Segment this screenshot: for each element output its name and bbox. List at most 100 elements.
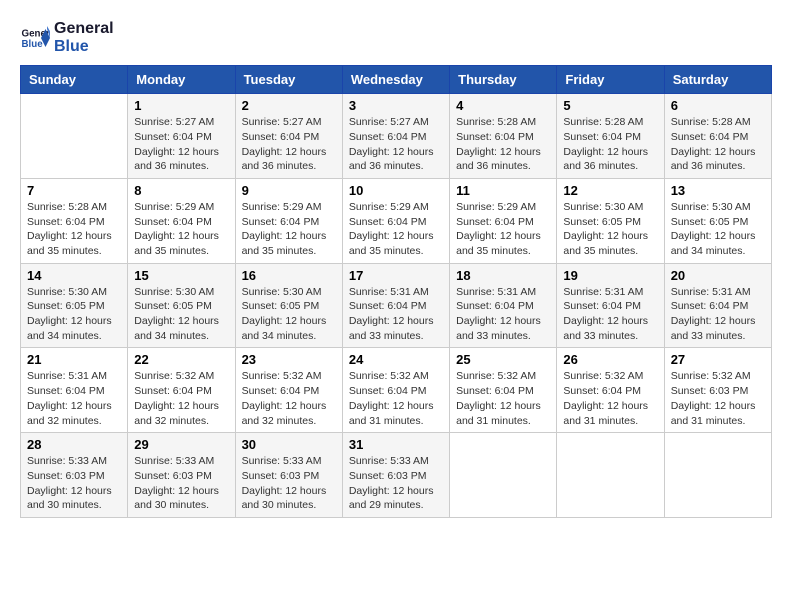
day-info: Sunrise: 5:32 AM Sunset: 6:03 PM Dayligh… <box>671 369 765 428</box>
calendar-cell <box>557 433 664 518</box>
day-number: 24 <box>349 352 443 367</box>
day-info: Sunrise: 5:32 AM Sunset: 6:04 PM Dayligh… <box>242 369 336 428</box>
calendar-cell: 18 Sunrise: 5:31 AM Sunset: 6:04 PM Dayli… <box>450 263 557 348</box>
calendar-cell: 23 Sunrise: 5:32 AM Sunset: 6:04 PM Dayli… <box>235 348 342 433</box>
column-header-sunday: Sunday <box>21 66 128 94</box>
day-info: Sunrise: 5:32 AM Sunset: 6:04 PM Dayligh… <box>349 369 443 428</box>
day-info: Sunrise: 5:30 AM Sunset: 6:05 PM Dayligh… <box>242 285 336 344</box>
calendar-cell: 21 Sunrise: 5:31 AM Sunset: 6:04 PM Dayli… <box>21 348 128 433</box>
day-info: Sunrise: 5:29 AM Sunset: 6:04 PM Dayligh… <box>242 200 336 259</box>
calendar-cell: 27Sunrise: 5:32 AM Sunset: 6:03 PM Dayli… <box>664 348 771 433</box>
day-number: 13 <box>671 183 765 198</box>
column-header-wednesday: Wednesday <box>342 66 449 94</box>
logo-blue-text: Blue <box>54 38 114 56</box>
day-number: 30 <box>242 437 336 452</box>
day-info: Sunrise: 5:28 AM Sunset: 6:04 PM Dayligh… <box>563 115 657 174</box>
calendar-cell: 22Sunrise: 5:32 AM Sunset: 6:04 PM Dayli… <box>128 348 235 433</box>
day-number: 29 <box>134 437 228 452</box>
calendar-header: SundayMondayTuesdayWednesdayThursdayFrid… <box>21 66 772 94</box>
day-info: Sunrise: 5:32 AM Sunset: 6:04 PM Dayligh… <box>563 369 657 428</box>
calendar-cell: 10 Sunrise: 5:29 AM Sunset: 6:04 PM Dayli… <box>342 178 449 263</box>
day-number: 5 <box>563 98 657 113</box>
calendar-cell: 12 Sunrise: 5:30 AM Sunset: 6:05 PM Dayli… <box>557 178 664 263</box>
calendar-cell: 17Sunrise: 5:31 AM Sunset: 6:04 PM Dayli… <box>342 263 449 348</box>
day-info: Sunrise: 5:27 AM Sunset: 6:04 PM Dayligh… <box>349 115 443 174</box>
page-header: General Blue General Blue <box>20 20 772 55</box>
calendar-cell: 13 Sunrise: 5:30 AM Sunset: 6:05 PM Dayli… <box>664 178 771 263</box>
calendar-cell: 14Sunrise: 5:30 AM Sunset: 6:05 PM Dayli… <box>21 263 128 348</box>
day-info: Sunrise: 5:31 AM Sunset: 6:04 PM Dayligh… <box>456 285 550 344</box>
day-info: Sunrise: 5:28 AM Sunset: 6:04 PM Dayligh… <box>27 200 121 259</box>
calendar-cell: 11 Sunrise: 5:29 AM Sunset: 6:04 PM Dayli… <box>450 178 557 263</box>
calendar-cell: 31 Sunrise: 5:33 AM Sunset: 6:03 PM Dayli… <box>342 433 449 518</box>
day-info: Sunrise: 5:33 AM Sunset: 6:03 PM Dayligh… <box>27 454 121 513</box>
column-header-friday: Friday <box>557 66 664 94</box>
calendar-cell: 6 Sunrise: 5:28 AM Sunset: 6:04 PM Daylig… <box>664 94 771 179</box>
day-info: Sunrise: 5:33 AM Sunset: 6:03 PM Dayligh… <box>349 454 443 513</box>
calendar-cell <box>21 94 128 179</box>
day-info: Sunrise: 5:28 AM Sunset: 6:04 PM Dayligh… <box>456 115 550 174</box>
day-info: Sunrise: 5:29 AM Sunset: 6:04 PM Dayligh… <box>456 200 550 259</box>
calendar-cell: 20Sunrise: 5:31 AM Sunset: 6:04 PM Dayli… <box>664 263 771 348</box>
calendar-cell: 25 Sunrise: 5:32 AM Sunset: 6:04 PM Dayli… <box>450 348 557 433</box>
day-info: Sunrise: 5:31 AM Sunset: 6:04 PM Dayligh… <box>27 369 121 428</box>
calendar-week-4: 21 Sunrise: 5:31 AM Sunset: 6:04 PM Dayli… <box>21 348 772 433</box>
day-number: 12 <box>563 183 657 198</box>
calendar-cell: 15Sunrise: 5:30 AM Sunset: 6:05 PM Dayli… <box>128 263 235 348</box>
day-info: Sunrise: 5:33 AM Sunset: 6:03 PM Dayligh… <box>134 454 228 513</box>
day-number: 2 <box>242 98 336 113</box>
column-header-thursday: Thursday <box>450 66 557 94</box>
calendar-cell: 5 Sunrise: 5:28 AM Sunset: 6:04 PM Daylig… <box>557 94 664 179</box>
day-number: 16 <box>242 268 336 283</box>
calendar-cell <box>664 433 771 518</box>
logo-general-text: General <box>54 20 114 38</box>
day-info: Sunrise: 5:30 AM Sunset: 6:05 PM Dayligh… <box>671 200 765 259</box>
day-number: 31 <box>349 437 443 452</box>
day-number: 9 <box>242 183 336 198</box>
day-info: Sunrise: 5:27 AM Sunset: 6:04 PM Dayligh… <box>134 115 228 174</box>
day-number: 8 <box>134 183 228 198</box>
day-info: Sunrise: 5:30 AM Sunset: 6:05 PM Dayligh… <box>563 200 657 259</box>
day-number: 6 <box>671 98 765 113</box>
day-number: 10 <box>349 183 443 198</box>
calendar-cell: 3 Sunrise: 5:27 AM Sunset: 6:04 PM Daylig… <box>342 94 449 179</box>
day-info: Sunrise: 5:32 AM Sunset: 6:04 PM Dayligh… <box>456 369 550 428</box>
calendar-cell: 28 Sunrise: 5:33 AM Sunset: 6:03 PM Dayli… <box>21 433 128 518</box>
day-number: 3 <box>349 98 443 113</box>
svg-text:Blue: Blue <box>22 39 44 50</box>
day-number: 11 <box>456 183 550 198</box>
calendar-cell: 19Sunrise: 5:31 AM Sunset: 6:04 PM Dayli… <box>557 263 664 348</box>
day-number: 17 <box>349 268 443 283</box>
day-number: 25 <box>456 352 550 367</box>
calendar-week-2: 7Sunrise: 5:28 AM Sunset: 6:04 PM Daylig… <box>21 178 772 263</box>
day-number: 26 <box>563 352 657 367</box>
day-number: 4 <box>456 98 550 113</box>
calendar-cell: 4 Sunrise: 5:28 AM Sunset: 6:04 PM Daylig… <box>450 94 557 179</box>
calendar-cell: 24 Sunrise: 5:32 AM Sunset: 6:04 PM Dayli… <box>342 348 449 433</box>
day-number: 19 <box>563 268 657 283</box>
calendar-cell: 16 Sunrise: 5:30 AM Sunset: 6:05 PM Dayli… <box>235 263 342 348</box>
calendar-cell: 7Sunrise: 5:28 AM Sunset: 6:04 PM Daylig… <box>21 178 128 263</box>
column-header-monday: Monday <box>128 66 235 94</box>
calendar-week-5: 28 Sunrise: 5:33 AM Sunset: 6:03 PM Dayli… <box>21 433 772 518</box>
logo: General Blue General Blue <box>20 20 114 55</box>
day-number: 23 <box>242 352 336 367</box>
day-number: 1 <box>134 98 228 113</box>
day-info: Sunrise: 5:30 AM Sunset: 6:05 PM Dayligh… <box>27 285 121 344</box>
day-info: Sunrise: 5:27 AM Sunset: 6:04 PM Dayligh… <box>242 115 336 174</box>
day-info: Sunrise: 5:29 AM Sunset: 6:04 PM Dayligh… <box>134 200 228 259</box>
day-info: Sunrise: 5:29 AM Sunset: 6:04 PM Dayligh… <box>349 200 443 259</box>
calendar-cell <box>450 433 557 518</box>
calendar-table: SundayMondayTuesdayWednesdayThursdayFrid… <box>20 65 772 518</box>
calendar-body: 1 Sunrise: 5:27 AM Sunset: 6:04 PM Daylig… <box>21 94 772 518</box>
day-number: 21 <box>27 352 121 367</box>
calendar-cell: 2 Sunrise: 5:27 AM Sunset: 6:04 PM Daylig… <box>235 94 342 179</box>
day-number: 28 <box>27 437 121 452</box>
day-info: Sunrise: 5:28 AM Sunset: 6:04 PM Dayligh… <box>671 115 765 174</box>
calendar-cell: 29 Sunrise: 5:33 AM Sunset: 6:03 PM Dayli… <box>128 433 235 518</box>
day-number: 20 <box>671 268 765 283</box>
day-number: 15 <box>134 268 228 283</box>
column-header-saturday: Saturday <box>664 66 771 94</box>
calendar-cell: 26 Sunrise: 5:32 AM Sunset: 6:04 PM Dayli… <box>557 348 664 433</box>
day-number: 18 <box>456 268 550 283</box>
